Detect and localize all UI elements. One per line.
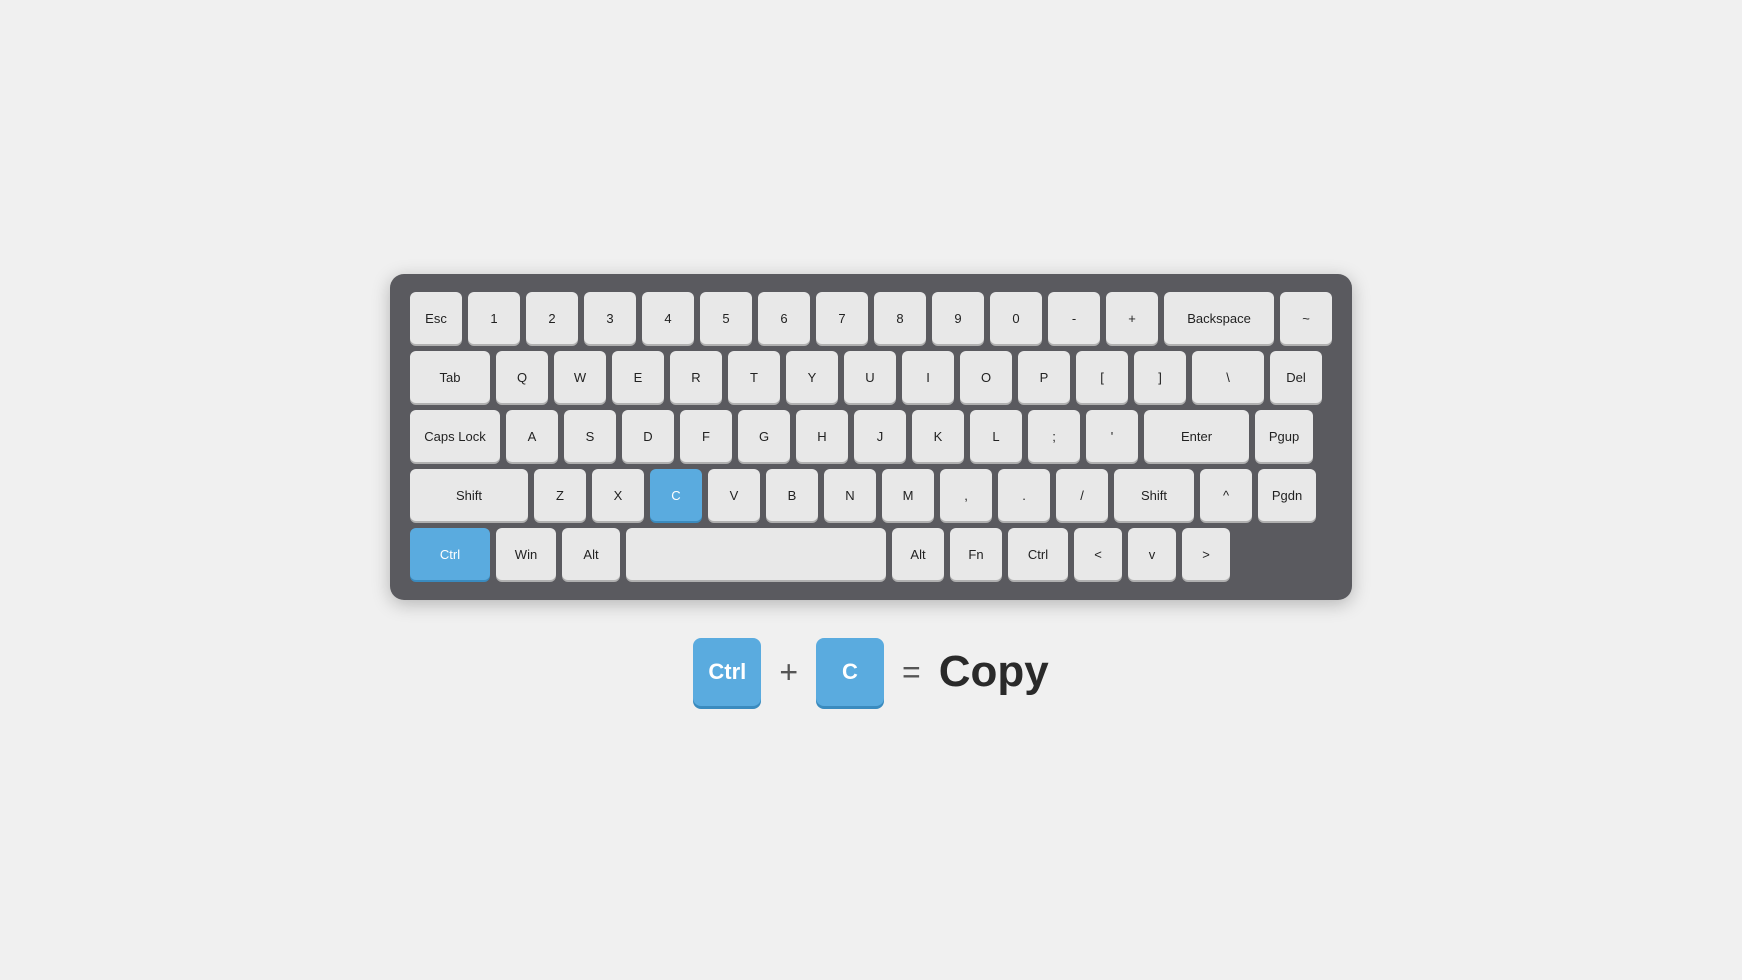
key-][interactable]: ] [1134,351,1186,403]
key-win[interactable]: Win [496,528,556,580]
key-alt[interactable]: Alt [562,528,620,580]
key-row-row3: Caps LockASDFGHJKL;'EnterPgup [410,410,1332,462]
key-ctrl[interactable]: Ctrl [410,528,490,580]
key-esc[interactable]: Esc [410,292,462,344]
key-2[interactable]: 2 [526,292,578,344]
key-alt[interactable]: Alt [892,528,944,580]
key--[interactable]: - [1048,292,1100,344]
key-v[interactable]: v [1128,528,1176,580]
key-pgdn[interactable]: Pgdn [1258,469,1316,521]
key-caps-lock[interactable]: Caps Lock [410,410,500,462]
key-shift[interactable]: Shift [410,469,528,521]
shortcut-ctrl-key: Ctrl [693,638,761,706]
key-l[interactable]: L [970,410,1022,462]
key-<[interactable]: < [1074,528,1122,580]
shortcut-equals: = [902,654,921,691]
key-n[interactable]: N [824,469,876,521]
key-space[interactable] [626,528,886,580]
key-0[interactable]: 0 [990,292,1042,344]
key->[interactable]: > [1182,528,1230,580]
key-y[interactable]: Y [786,351,838,403]
key-'[interactable]: ' [1086,410,1138,462]
key-;[interactable]: ; [1028,410,1080,462]
key-6[interactable]: 6 [758,292,810,344]
key-tab[interactable]: Tab [410,351,490,403]
key-o[interactable]: O [960,351,1012,403]
key-pgup[interactable]: Pgup [1255,410,1313,462]
key-row-row1: Esc1234567890-+Backspace~ [410,292,1332,344]
key-shift[interactable]: Shift [1114,469,1194,521]
key-e[interactable]: E [612,351,664,403]
key-~[interactable]: ~ [1280,292,1332,344]
key-+[interactable]: + [1106,292,1158,344]
key-p[interactable]: P [1018,351,1070,403]
key-4[interactable]: 4 [642,292,694,344]
key-\[interactable]: \ [1192,351,1264,403]
key-c[interactable]: C [650,469,702,521]
key-row-row2: TabQWERTYUIOP[]\Del [410,351,1332,403]
key-i[interactable]: I [902,351,954,403]
key-1[interactable]: 1 [468,292,520,344]
key-w[interactable]: W [554,351,606,403]
key-d[interactable]: D [622,410,674,462]
key-v[interactable]: V [708,469,760,521]
key-backspace[interactable]: Backspace [1164,292,1274,344]
key-enter[interactable]: Enter [1144,410,1249,462]
key-k[interactable]: K [912,410,964,462]
key-del[interactable]: Del [1270,351,1322,403]
key-u[interactable]: U [844,351,896,403]
shortcut-display: Ctrl + C = Copy [693,638,1048,706]
key-g[interactable]: G [738,410,790,462]
key-a[interactable]: A [506,410,558,462]
key-ctrl[interactable]: Ctrl [1008,528,1068,580]
key-8[interactable]: 8 [874,292,926,344]
key-fn[interactable]: Fn [950,528,1002,580]
key-9[interactable]: 9 [932,292,984,344]
key-[[interactable]: [ [1076,351,1128,403]
key-q[interactable]: Q [496,351,548,403]
key-m[interactable]: M [882,469,934,521]
shortcut-action-label: Copy [939,647,1049,697]
key-^[interactable]: ^ [1200,469,1252,521]
key-r[interactable]: R [670,351,722,403]
key-z[interactable]: Z [534,469,586,521]
key-b[interactable]: B [766,469,818,521]
key-3[interactable]: 3 [584,292,636,344]
key-h[interactable]: H [796,410,848,462]
key-.[interactable]: . [998,469,1050,521]
key-x[interactable]: X [592,469,644,521]
key-s[interactable]: S [564,410,616,462]
shortcut-c-key: C [816,638,884,706]
key-5[interactable]: 5 [700,292,752,344]
key-7[interactable]: 7 [816,292,868,344]
keyboard-container: Esc1234567890-+Backspace~ TabQWERTYUIOP[]… [390,274,1352,600]
key-row-row4: ShiftZXCVBNM,./Shift^Pgdn [410,469,1332,521]
key-j[interactable]: J [854,410,906,462]
shortcut-plus: + [779,654,798,691]
key-,[interactable]: , [940,469,992,521]
key-f[interactable]: F [680,410,732,462]
key-/[interactable]: / [1056,469,1108,521]
key-row-row5: CtrlWinAltAltFnCtrl<v> [410,528,1332,580]
key-t[interactable]: T [728,351,780,403]
